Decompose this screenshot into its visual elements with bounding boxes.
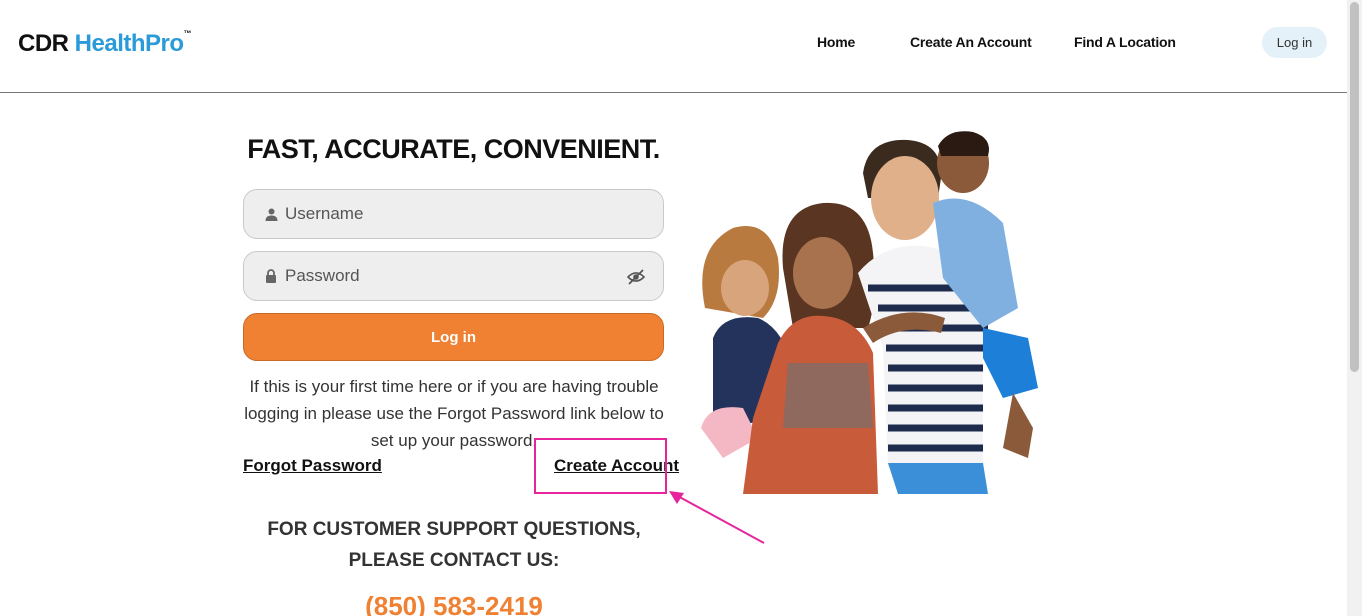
lock-icon (264, 269, 278, 283)
nav-find-location[interactable]: Find A Location (1074, 34, 1176, 50)
support-phone[interactable]: (850) 583-2419 (240, 591, 668, 616)
logo-cdr: CDR (18, 30, 69, 57)
family-photo (701, 131, 1038, 494)
nav-create-account[interactable]: Create An Account (910, 34, 1032, 50)
scrollbar[interactable] (1347, 0, 1362, 616)
logo-healthpro: HealthPro (74, 30, 184, 57)
user-icon (264, 207, 278, 221)
login-button[interactable]: Log in (243, 313, 664, 361)
forgot-password-link[interactable]: Forgot Password (243, 456, 382, 476)
logo[interactable]: CDR HealthPro™ (18, 29, 192, 58)
eye-slash-icon[interactable] (626, 268, 646, 286)
page-headline: FAST, ACCURATE, CONVENIENT. (247, 134, 660, 164)
annotation-arrow (669, 491, 765, 544)
scrollbar-thumb[interactable] (1350, 2, 1359, 372)
header-login-button[interactable]: Log in (1262, 27, 1327, 58)
password-input[interactable] (285, 266, 605, 286)
password-field[interactable] (243, 251, 664, 301)
username-input[interactable] (285, 204, 605, 224)
site-header: CDR HealthPro™ Home Create An Account Fi… (0, 0, 1347, 93)
username-field[interactable] (243, 189, 664, 239)
highlight-box (534, 438, 667, 494)
nav-home[interactable]: Home (817, 34, 855, 50)
logo-tm: ™ (183, 29, 192, 38)
support-text: FOR CUSTOMER SUPPORT QUESTIONS, PLEASE C… (267, 519, 641, 571)
